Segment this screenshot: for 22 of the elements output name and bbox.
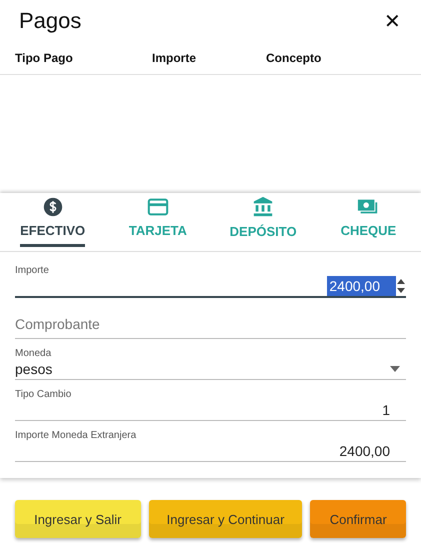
column-header: Importe [152,51,198,65]
currency-select[interactable]: pesos [15,361,390,377]
column-header: Tipo Pago [15,51,74,65]
card-icon [146,197,169,217]
action-button[interactable]: Confirmar [310,500,406,538]
column-header: Concepto [266,51,322,65]
payment-tab[interactable]: EFECTIVO [0,193,106,251]
close-button[interactable]: ✕ [384,8,401,34]
window-title: Pagos [19,8,82,34]
action-button[interactable]: Ingresar y Continuar [148,500,302,538]
bank-icon [252,196,274,218]
dollar-icon [42,197,63,217]
number-value[interactable]: 2400,00 [337,441,406,461]
field-label: Tipo Cambio [15,389,72,400]
number-value[interactable]: 2400,00 [327,276,396,296]
field-label: Moneda [15,348,52,359]
action-button[interactable]: Ingresar y Salir [15,500,141,538]
dropdown-caret-icon[interactable] [390,366,400,372]
field-label: Importe Moneda Extranjera [15,430,138,441]
field-label: Importe [15,265,50,276]
spinner-arrows-icon[interactable] [396,277,406,295]
number-value[interactable]: 1 [380,400,406,420]
